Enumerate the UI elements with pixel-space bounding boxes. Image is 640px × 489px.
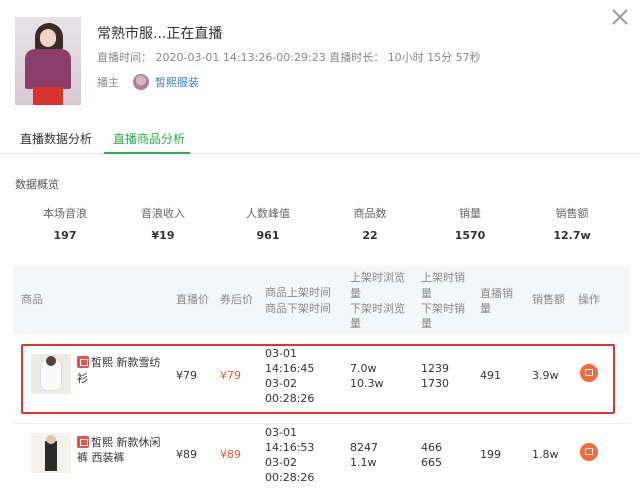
- header-sales-off-1: 下架时销: [421, 302, 465, 315]
- views-off: 1.1w: [350, 456, 377, 469]
- tab-bar: 直播数据分析 直播商品分析: [0, 122, 640, 154]
- stat-sound-income: 音浪收入 ¥19: [113, 205, 213, 242]
- stat-revenue: 销售额 12.7w: [522, 205, 622, 242]
- live-cover-image: [15, 17, 81, 105]
- live-sales: 199: [480, 448, 501, 461]
- revenue: 1.8w: [532, 448, 559, 461]
- stat-peak-viewers: 人数峰值 961: [218, 205, 318, 242]
- header-views-on-1: 上架时浏览: [350, 271, 405, 284]
- product-thumbnail[interactable]: [31, 354, 71, 394]
- active-tab-indicator: [104, 152, 190, 154]
- shop-icon: [77, 356, 89, 368]
- header-views-on-2: 量: [350, 287, 361, 300]
- header-product: 商品: [21, 293, 43, 306]
- header-listing-time: 商品上架时间: [265, 286, 331, 299]
- views-on: 7.0w: [350, 362, 377, 375]
- stat-value: 12.7w: [553, 229, 591, 242]
- tab-live-product-analysis[interactable]: 直播商品分析: [113, 130, 185, 147]
- coupon-price: ¥89: [220, 448, 241, 461]
- sales-on: 466: [421, 441, 442, 454]
- stat-label: 人数峰值: [246, 207, 290, 220]
- listing-time: 14:16:53: [265, 441, 315, 454]
- header-revenue: 销售额: [532, 293, 565, 306]
- anchor-row: 播主 皙熙服装: [97, 74, 199, 90]
- views-off: 10.3w: [350, 377, 384, 390]
- header-views-off-2: 量: [350, 317, 361, 330]
- stat-value: ¥19: [151, 229, 175, 242]
- sales-off: 665: [421, 456, 442, 469]
- live-meta: 直播时间： 2020-03-01 14:13:26-00:29:23 直播时长：…: [97, 51, 481, 64]
- delisting-time: 00:28:26: [265, 471, 315, 484]
- shop-icon: [77, 436, 89, 448]
- stat-label: 销量: [459, 207, 481, 220]
- views-on: 8247: [350, 441, 378, 454]
- stat-sales-volume: 销量 1570: [420, 205, 520, 242]
- header-live-price: 直播价: [176, 293, 209, 306]
- header-delisting-time: 商品下架时间: [265, 302, 331, 315]
- listing-date: 03-01: [265, 426, 297, 439]
- header-sales-on-1: 上架时销: [421, 271, 465, 284]
- live-price: ¥79: [176, 369, 197, 382]
- avatar: [133, 74, 149, 90]
- live-price: ¥89: [176, 448, 197, 461]
- listing-time: 14:16:45: [265, 362, 315, 375]
- sales-off: 1730: [421, 377, 449, 390]
- anchor-label: 播主: [97, 76, 119, 89]
- header-live-sales-1: 直播销: [480, 287, 513, 300]
- header-action: 操作: [578, 293, 600, 306]
- product-name-cont[interactable]: 衫: [77, 371, 88, 386]
- close-icon[interactable]: [604, 2, 636, 32]
- delisting-time: 00:28:26: [265, 392, 315, 405]
- live-title: 常熟市服...正在直播: [97, 26, 223, 42]
- stat-value: 197: [53, 229, 77, 242]
- overview-title: 数据概览: [15, 178, 59, 191]
- product-name[interactable]: 皙熙 新款雪纺: [91, 355, 161, 370]
- stat-sound-waves: 本场音浪 197: [15, 205, 115, 242]
- tab-live-data-analysis[interactable]: 直播数据分析: [20, 130, 92, 147]
- delisting-date: 03-02: [265, 377, 297, 390]
- product-name[interactable]: 皙熙 新款休闲: [91, 435, 161, 450]
- stat-value: 961: [256, 229, 280, 242]
- stat-value: 1570: [454, 229, 486, 242]
- stat-label: 音浪收入: [141, 207, 185, 220]
- header-sales-on-2: 量: [421, 287, 432, 300]
- header-live-sales-2: 量: [480, 302, 491, 315]
- sales-on: 1239: [421, 362, 449, 375]
- header-sales-off-2: 量: [421, 317, 432, 330]
- header-views-off-1: 下架时浏览: [350, 302, 405, 315]
- product-thumbnail[interactable]: [31, 433, 71, 473]
- product-name-cont[interactable]: 裤 西装裤: [77, 450, 125, 465]
- delisting-date: 03-02: [265, 456, 297, 469]
- coupon-price: ¥79: [220, 369, 241, 382]
- header-coupon-price: 券后价: [220, 293, 253, 306]
- anchor-name-link[interactable]: 皙熙服装: [155, 74, 199, 90]
- row-divider: [13, 423, 630, 424]
- shop-bag-icon[interactable]: [580, 364, 598, 382]
- shop-bag-icon[interactable]: [580, 443, 598, 461]
- stat-product-count: 商品数 22: [320, 205, 420, 242]
- live-sales: 491: [480, 369, 501, 382]
- stat-label: 本场音浪: [43, 207, 87, 220]
- stat-value: 22: [362, 229, 378, 242]
- stat-label: 销售额: [555, 207, 589, 220]
- stat-label: 商品数: [353, 207, 387, 220]
- listing-date: 03-01: [265, 347, 297, 360]
- revenue: 3.9w: [532, 369, 559, 382]
